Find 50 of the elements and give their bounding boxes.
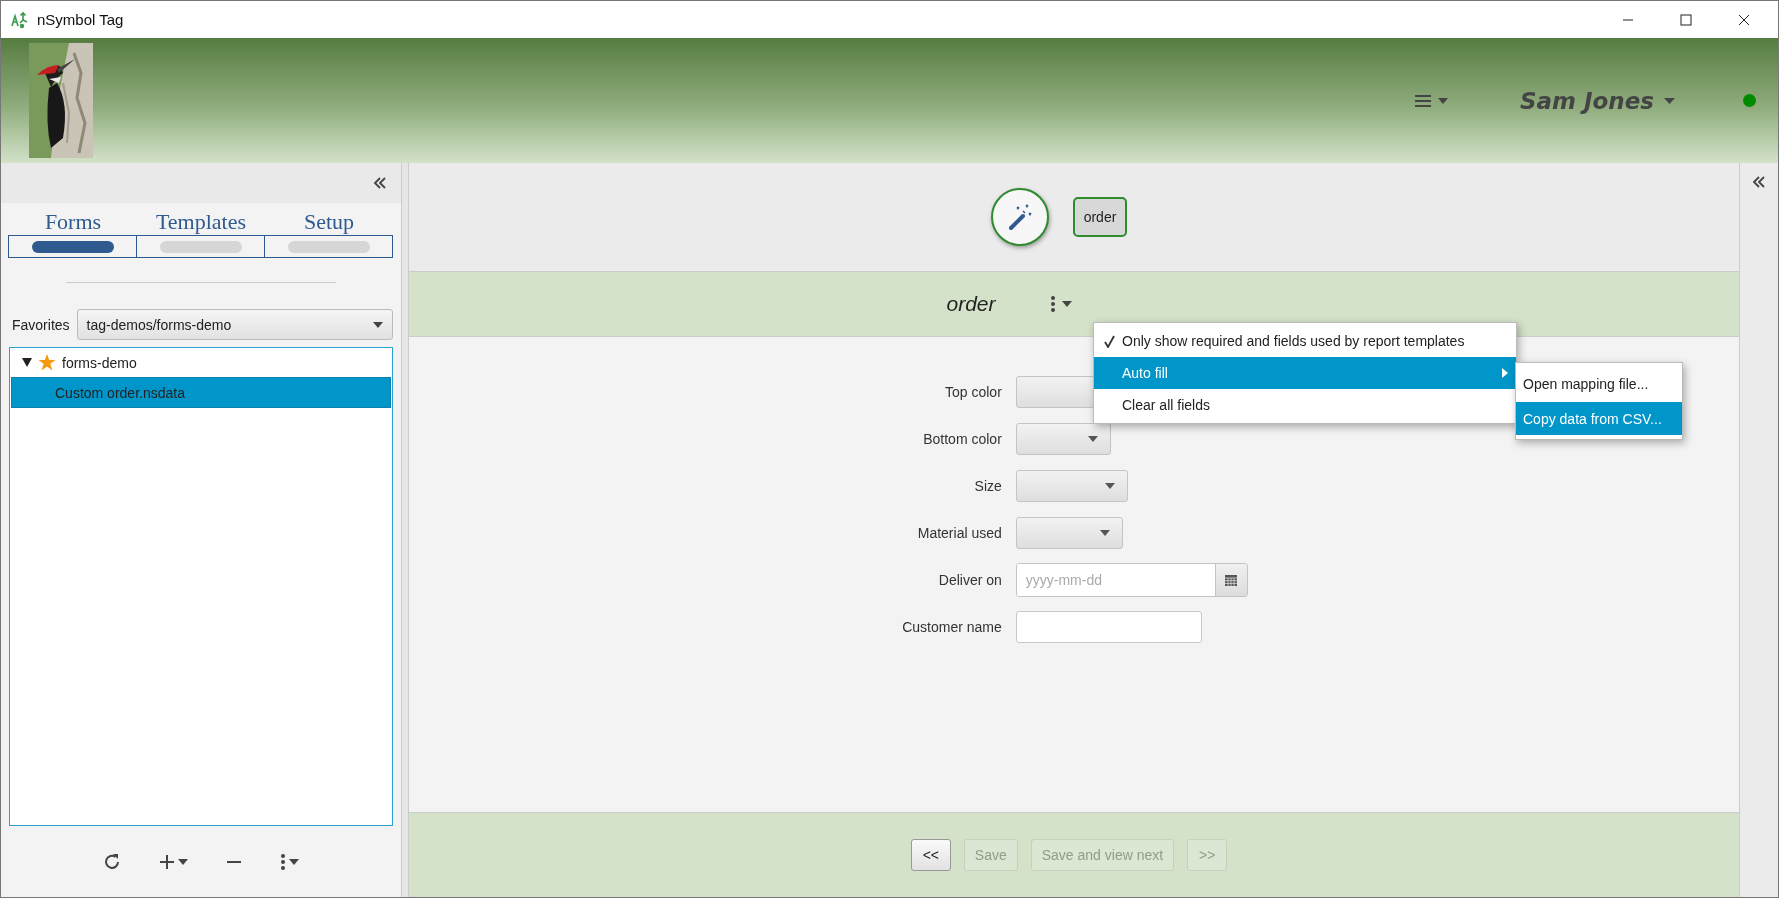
tab[interactable]: Setup [265,209,393,258]
field-label: Deliver on [937,572,1002,588]
plus-icon [159,853,175,870]
menu-item[interactable]: Clear all fields [1094,389,1516,421]
kebab-icon [280,852,286,871]
tree-item[interactable]: Custom order.nsdata [11,377,391,408]
caret-icon [178,858,188,865]
caret-icon [1437,97,1448,104]
form-menu-button[interactable] [1049,295,1072,313]
caret-icon [289,858,299,865]
status-dot-icon [1743,94,1756,107]
form-chip[interactable]: order [1072,197,1128,237]
maximize-icon[interactable] [1680,13,1692,26]
collapse-icon[interactable] [373,177,387,189]
caret-icon [1087,436,1098,442]
submenu-arrow-icon [1502,368,1508,378]
add-button[interactable] [159,853,188,870]
field-label: Top color [944,384,1002,400]
kebab-icon [1049,295,1056,313]
tab[interactable]: Templates [137,209,265,258]
caret-icon [1104,483,1115,489]
caret-icon [1099,530,1110,536]
collapse-arrow-icon[interactable] [22,358,32,367]
field-label: Material used [916,525,1002,541]
menu-button[interactable] [1413,92,1448,109]
user-name[interactable]: Sam Jones [1519,87,1654,114]
refresh-icon[interactable] [103,852,121,871]
field-label: Customer name [902,619,1002,635]
menu-item[interactable]: Only show required and fields used by report templates [1094,325,1516,357]
text-field[interactable] [1015,611,1202,643]
favorites-label: Favorites [12,316,70,333]
auto-fill-button[interactable] [990,188,1049,246]
form-title: order [946,292,996,316]
collapse-icon[interactable] [1752,176,1766,188]
menu-item[interactable]: Open mapping file... [1516,367,1682,400]
field-label: Bottom color [922,431,1002,447]
caret-icon [1061,301,1072,307]
tree-item[interactable]: forms-demo [10,348,392,377]
menu-item[interactable]: Auto fill [1094,357,1516,389]
caret-icon[interactable] [1664,97,1675,104]
tab[interactable]: Forms [9,209,137,258]
checkmark-icon [1104,334,1115,348]
footer-button[interactable]: << [910,839,951,871]
close-icon[interactable] [1738,13,1750,26]
caret-icon [373,321,383,328]
field-label: Size [973,478,1002,494]
window-title: nSymbol Tag [37,11,124,28]
more-button[interactable] [280,852,299,871]
favorites-dropdown[interactable]: tag-demos/forms-demo [76,309,393,340]
menu-item[interactable]: Copy data from CSV... [1516,402,1682,435]
